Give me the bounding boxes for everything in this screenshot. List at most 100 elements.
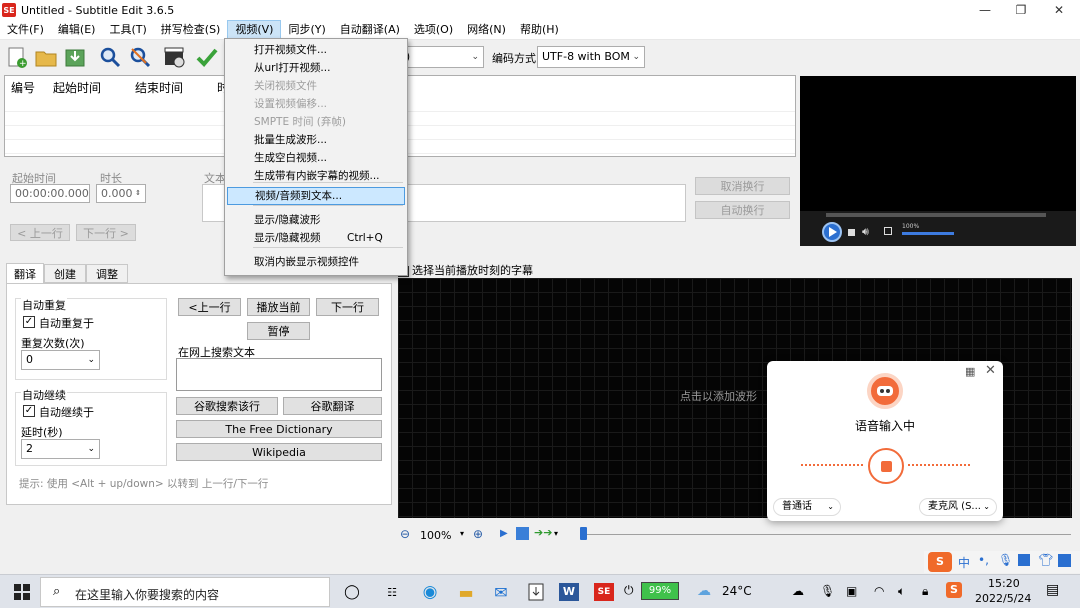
- minimize-button[interactable]: —: [966, 0, 1004, 20]
- clock-date[interactable]: 2022/5/24: [975, 592, 1031, 605]
- grid-icon[interactable]: [516, 527, 529, 540]
- fullscreen-icon[interactable]: [884, 227, 892, 235]
- position-slider-thumb[interactable]: [580, 527, 587, 540]
- chevron-down-icon[interactable]: ▾: [460, 529, 464, 538]
- column-header-number[interactable]: 编号: [11, 79, 35, 96]
- play-icon[interactable]: [822, 222, 842, 242]
- microphone-icon[interactable]: 🎙︎: [998, 553, 1013, 567]
- close-icon[interactable]: ✕: [985, 363, 996, 378]
- chevron-down-icon[interactable]: ▾: [554, 529, 558, 538]
- weather-icon[interactable]: ☁: [697, 583, 711, 599]
- visual-sync-icon[interactable]: [162, 44, 188, 70]
- toolbox-icon[interactable]: [1058, 554, 1071, 567]
- spinner-icon[interactable]: ⇕: [135, 185, 141, 202]
- stop-voice-button[interactable]: [868, 448, 904, 484]
- volume-icon[interactable]: 🔊︎: [862, 225, 869, 239]
- widgets-icon[interactable]: ☷: [378, 579, 406, 605]
- repeat-count-select[interactable]: 0 ⌄: [21, 350, 100, 370]
- punctuation-icon[interactable]: •,: [978, 553, 989, 567]
- tab-translate[interactable]: 翻译: [6, 263, 44, 284]
- save-icon[interactable]: [62, 44, 88, 70]
- video-menu-item[interactable]: 打开视频文件...: [227, 41, 405, 59]
- translate-prev-button[interactable]: <上一行: [178, 298, 241, 316]
- file-explorer-icon[interactable]: ▬: [452, 579, 480, 605]
- stop-icon[interactable]: [848, 229, 855, 236]
- menu-spellcheck[interactable]: 拼写检查(S): [154, 20, 228, 39]
- column-header-start[interactable]: 起始时间: [53, 79, 101, 96]
- delay-select[interactable]: 2 ⌄: [21, 439, 100, 459]
- video-menu-item[interactable]: 取消内嵌显示视频控件: [227, 253, 405, 271]
- video-menu-item[interactable]: 视频/音频到文本...: [227, 187, 405, 205]
- spell-check-icon[interactable]: [194, 44, 220, 70]
- position-track[interactable]: [581, 534, 1071, 535]
- menu-tools[interactable]: 工具(T): [102, 20, 153, 39]
- clock-time[interactable]: 15:20: [988, 577, 1020, 590]
- menu-file[interactable]: 文件(F): [0, 20, 51, 39]
- open-folder-icon[interactable]: [33, 44, 59, 70]
- auto-repeat-checkbox[interactable]: ✓: [23, 316, 35, 328]
- lock-icon[interactable]: 🔒︎: [922, 584, 928, 599]
- menu-auto-translate[interactable]: 自动翻译(A): [333, 20, 407, 39]
- menu-options[interactable]: 选项(O): [407, 20, 460, 39]
- close-button[interactable]: ✕: [1040, 0, 1078, 20]
- video-menu-item[interactable]: 显示/隐藏视频 Ctrl+Q: [227, 229, 405, 247]
- video-menu-item[interactable]: 显示/隐藏波形: [227, 211, 405, 229]
- notification-icon[interactable]: ▤: [1046, 582, 1059, 598]
- power-plug-icon[interactable]: ⏻: [624, 583, 636, 599]
- encoding-select[interactable]: UTF-8 with BOM ⌄: [537, 46, 645, 68]
- auto-continue-checkbox[interactable]: ✓: [23, 405, 35, 417]
- video-menu-item[interactable]: 生成空白视频...: [227, 149, 405, 167]
- camera-tray-icon[interactable]: ▣: [846, 584, 857, 598]
- google-search-button[interactable]: 谷歌搜索该行: [176, 397, 278, 415]
- taskbar-search-box[interactable]: ⌕ 在这里输入你要搜索的内容: [40, 577, 330, 607]
- speaker-icon[interactable]: 🔈︎: [898, 584, 905, 599]
- task-view-icon[interactable]: ◯: [338, 579, 366, 605]
- edge-icon[interactable]: ◉: [416, 579, 444, 605]
- wifi-icon[interactable]: ◠: [874, 584, 884, 598]
- voice-mic-select[interactable]: 麦克风 (S... ⌄: [919, 498, 997, 516]
- battery-indicator[interactable]: 99%: [641, 582, 679, 600]
- cloud-icon[interactable]: ☁: [792, 584, 804, 598]
- mic-tray-icon[interactable]: 🎙︎: [820, 584, 835, 598]
- zoom-value[interactable]: 100%: [420, 529, 451, 542]
- menu-network[interactable]: 网络(N): [460, 20, 513, 39]
- search-web-input[interactable]: [176, 358, 382, 391]
- prev-line-button[interactable]: < 上一行: [10, 224, 70, 241]
- arrows-icon[interactable]: ➔➔: [534, 526, 552, 539]
- free-dictionary-button[interactable]: The Free Dictionary: [176, 420, 382, 438]
- google-translate-button[interactable]: 谷歌翻译: [283, 397, 382, 415]
- skin-icon[interactable]: 👕︎: [1038, 553, 1053, 567]
- find-icon[interactable]: [97, 44, 123, 70]
- replace-icon[interactable]: [127, 44, 153, 70]
- column-header-end[interactable]: 结束时间: [135, 79, 183, 96]
- unbreak-button[interactable]: 取消换行: [695, 177, 790, 195]
- volume-slider[interactable]: [902, 232, 954, 235]
- menu-edit[interactable]: 编辑(E): [51, 20, 103, 39]
- subtitle-edit-taskbar-icon[interactable]: SE: [590, 579, 618, 605]
- play-current-button[interactable]: 播放当前: [247, 298, 310, 316]
- sogou-icon[interactable]: S: [928, 552, 952, 572]
- menu-help[interactable]: 帮助(H): [513, 20, 566, 39]
- video-seek-bar[interactable]: [826, 213, 1046, 217]
- video-menu-item[interactable]: 批量生成波形...: [227, 131, 405, 149]
- windows-start-icon[interactable]: [8, 579, 36, 605]
- voice-language-select[interactable]: 普通话 ⌄: [773, 498, 841, 516]
- menu-video[interactable]: 视频(V): [227, 20, 282, 39]
- duration-input[interactable]: 0.000 ⇕: [96, 184, 146, 203]
- downloader-icon[interactable]: [522, 579, 550, 605]
- tab-adjust[interactable]: 调整: [86, 264, 128, 283]
- video-menu-item[interactable]: 从url打开视频...: [227, 59, 405, 77]
- mail-icon[interactable]: ✉: [487, 579, 515, 605]
- next-line-button[interactable]: 下一行 >: [76, 224, 136, 241]
- translate-next-button[interactable]: 下一行: [316, 298, 379, 316]
- ime-language[interactable]: 中: [958, 554, 970, 571]
- menu-sync[interactable]: 同步(Y): [281, 20, 332, 39]
- auto-break-button[interactable]: 自动换行: [695, 201, 790, 219]
- wikipedia-button[interactable]: Wikipedia: [176, 443, 382, 461]
- pause-button[interactable]: 暂停: [247, 322, 310, 340]
- zoom-in-icon[interactable]: ⊕: [473, 527, 483, 541]
- qr-code-icon[interactable]: ▦: [965, 365, 975, 378]
- play-next-icon[interactable]: ▶: [500, 528, 508, 539]
- new-file-icon[interactable]: +: [4, 44, 30, 70]
- maximize-button[interactable]: ❐: [1002, 0, 1040, 20]
